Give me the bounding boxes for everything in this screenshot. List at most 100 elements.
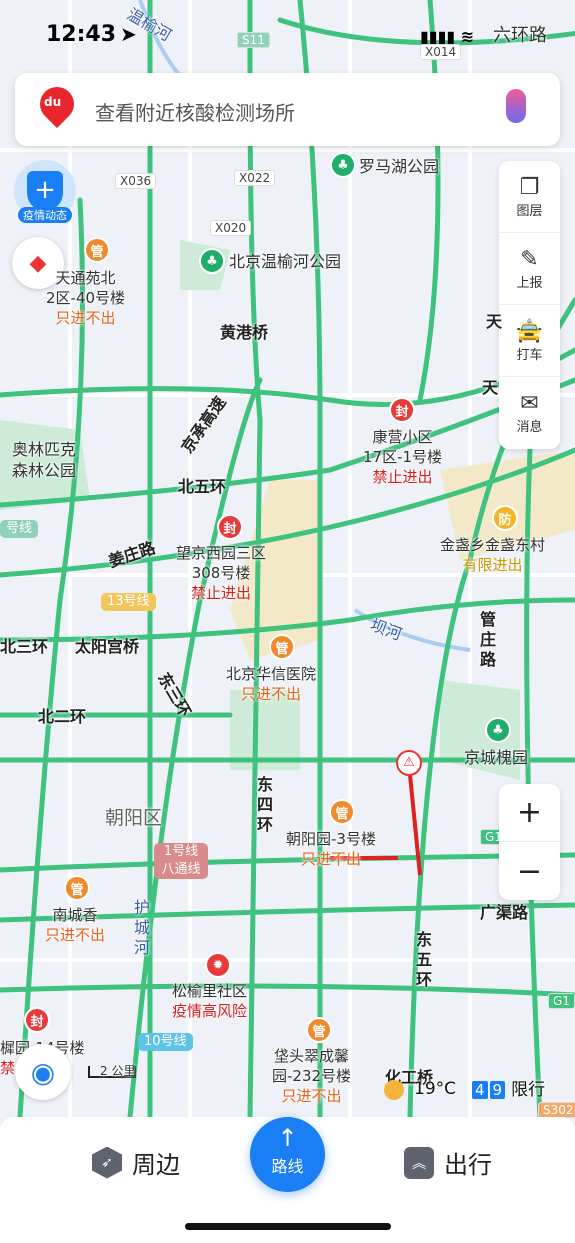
poi-label[interactable]: 北京华信医院 只进不出 [226,664,316,704]
park-icon: ♣ [330,152,356,178]
road-label: 东五环 [416,930,433,989]
side-toolbar: ❐ 图层 ✎ 上报 🚖 打车 ✉ 消息 [499,161,560,449]
travel-label: 出行 [444,1151,492,1179]
travel-tab[interactable]: ︽ 出行 [404,1145,492,1180]
road-label: 北二环 [38,707,87,726]
poi-label[interactable]: 天通苑北 2区-40号楼 只进不出 [46,268,125,328]
control-marker-icon[interactable]: 管 [269,634,295,660]
home-indicator [185,1223,391,1230]
poi-name: 金盏乡金盏东村 [440,536,546,554]
clock: 12:43 [46,22,117,47]
park-label[interactable]: 奥林匹克 [12,440,76,460]
road-label: 北五环 [178,477,227,496]
nearby-label: 周边 [132,1151,180,1179]
scale-label: 2 公里 [100,1064,136,1078]
park-icon: ♣ [485,717,511,743]
road-label: 六环路 [493,25,547,46]
control-marker-icon[interactable]: 管 [306,1017,332,1043]
microphone-icon[interactable] [506,89,526,123]
sealed-marker-icon[interactable]: 封 [389,397,415,423]
poi-name: 园-232号楼 [272,1067,352,1085]
highway-shield: G1 [548,993,575,1009]
locate-button[interactable]: ◉ [15,1044,71,1100]
poi-label[interactable]: 松榆里社区疫情高风险 [172,981,247,1021]
search-bar[interactable]: du 查看附近核酸检测场所 [15,73,560,146]
road-label: 天 [486,312,503,331]
messages-button[interactable]: ✉ 消息 [499,377,560,449]
layers-button[interactable]: ❐ 图层 [499,161,560,233]
district-label: 朝阳区 [105,807,163,829]
search-input[interactable]: 查看附近核酸检测场所 [95,97,295,126]
subway-label: 13号线 [101,593,156,611]
poi-name: 17区-1号楼 [363,448,443,466]
park-icon: ♣ [199,248,225,274]
road-label: 北三环 [0,637,49,656]
road-label: 太阳宫桥 [75,637,140,656]
control-marker-icon[interactable]: 管 [329,799,355,825]
poi-name: 南城香 [52,906,98,924]
park-label[interactable]: 京城槐园 [464,748,528,768]
nearby-tab[interactable]: ➶ 周边 [92,1145,180,1180]
park-label[interactable]: 北京温榆河公园 [229,252,341,272]
poi-status: 只进不出 [300,850,361,868]
poi-name: 2区-40号楼 [46,289,126,307]
highway-shield: S302 [538,1102,575,1118]
poi-status: 只进不出 [55,309,116,327]
restriction-badge[interactable]: 4 9 限行 [472,1080,545,1100]
poi-status: 只进不出 [281,1087,342,1105]
poi-name: 垡头翠成馨 [274,1047,350,1065]
park-label[interactable]: 罗马湖公园 [359,157,439,177]
road-shield: X020 [210,220,252,236]
sealed-marker-icon[interactable]: 封 [217,514,243,540]
poi-label[interactable]: 垡头翠成馨园-232号楼 只进不出 [272,1046,351,1106]
poi-status: 疫情高风险 [172,1002,248,1020]
taxi-button[interactable]: 🚖 打车 [499,305,560,377]
route-label: 路线 [271,1157,304,1176]
poi-status: 禁止进出 [191,584,252,602]
park-label[interactable]: 森林公园 [12,461,76,481]
poi-name: 康营小区 [372,428,433,446]
road-shield: X036 [115,173,157,189]
prevention-marker-icon[interactable]: 防 [492,505,518,531]
road-shield: X014 [420,44,462,60]
control-marker-icon[interactable]: 管 [64,875,90,901]
locate-icon: ◉ [30,1055,56,1089]
compass-nearby-icon: ➶ [92,1146,122,1179]
zoom-out-button[interactable]: − [499,842,560,900]
restriction-digit: 4 [472,1081,488,1099]
sealed-marker-icon[interactable]: 封 [24,1007,50,1033]
layers-icon: ❐ [519,174,540,200]
control-marker-icon[interactable]: 管 [84,237,110,263]
poi-label[interactable]: 金盏乡金盏东村 有限进出 [440,535,545,575]
route-button[interactable]: ↑ 路线 [250,1117,325,1192]
poi-status: 有限进出 [462,556,523,574]
highway-shield: S11 [237,32,270,48]
poi-name: 松榆里社区 [172,982,248,1000]
high-risk-marker-icon[interactable]: ✹ [205,952,231,978]
layers-label: 图层 [516,203,543,219]
poi-label[interactable]: 望京西园三区 308号楼 禁止进出 [176,543,266,603]
road-label: 广渠路 [480,903,529,922]
subway-label: 1号线八通线 [154,843,208,879]
poi-status: 只进不出 [241,685,302,703]
messages-label: 消息 [516,420,543,435]
subway-line-1: 1号线 [163,844,199,859]
sun-icon [384,1080,404,1100]
weather-temp[interactable]: 19°C [414,1079,456,1099]
zoom-in-button[interactable]: + [499,784,560,842]
subway-line-batong: 八通线 [161,862,201,877]
shield-plus-icon: + [27,171,63,211]
taxi-label: 打车 [516,347,543,363]
traffic-incident-icon[interactable]: ⚠ [396,750,422,776]
mail-icon: ✉ [520,391,539,416]
poi-label[interactable]: 康营小区 17区-1号楼 禁止进出 [363,427,442,487]
report-label: 上报 [516,275,543,291]
poi-label[interactable]: 朝阳园-3号楼 只进不出 [286,829,376,869]
poi-name: 308号楼 [191,564,251,582]
report-button[interactable]: ✎ 上报 [499,233,560,305]
poi-label[interactable]: 南城香 只进不出 [45,905,105,945]
poi-status: 只进不出 [45,926,106,944]
epidemic-button[interactable]: + 疫情动态 [14,160,76,223]
subway-label: 号线 [0,520,39,538]
poi-status: 禁止进出 [372,468,433,486]
